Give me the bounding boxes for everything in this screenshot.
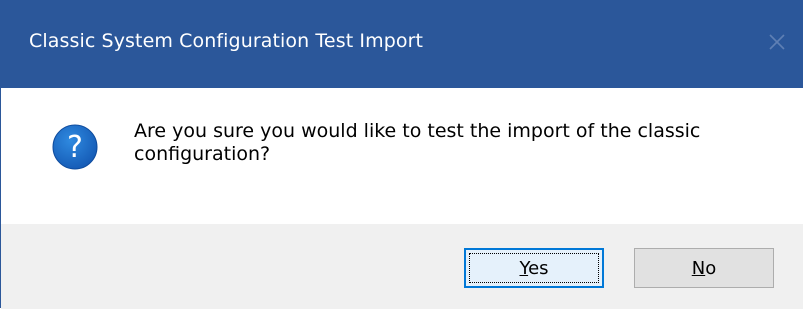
button-bar: Yes No — [1, 224, 803, 309]
title-bar[interactable]: Classic System Configuration Test Import — [1, 0, 803, 88]
yes-button[interactable]: Yes — [464, 248, 604, 288]
window-title: Classic System Configuration Test Import — [29, 30, 424, 52]
yes-label-rest: es — [528, 257, 549, 279]
question-icon: ? — [52, 124, 98, 170]
dialog-content: ? Are you sure you would like to test th… — [1, 88, 803, 224]
yes-button-label: Yes — [519, 258, 548, 279]
close-button[interactable] — [761, 26, 793, 58]
confirmation-message: Are you sure you would like to test the … — [134, 120, 701, 165]
no-button[interactable]: No — [634, 248, 774, 288]
close-icon — [769, 34, 785, 50]
dialog-window: Classic System Configuration Test Import… — [0, 0, 803, 309]
no-label-rest: o — [705, 257, 717, 279]
svg-text:?: ? — [67, 130, 83, 165]
yes-mnemonic: Y — [519, 257, 529, 279]
no-mnemonic: N — [691, 257, 706, 279]
no-button-label: No — [692, 258, 716, 279]
